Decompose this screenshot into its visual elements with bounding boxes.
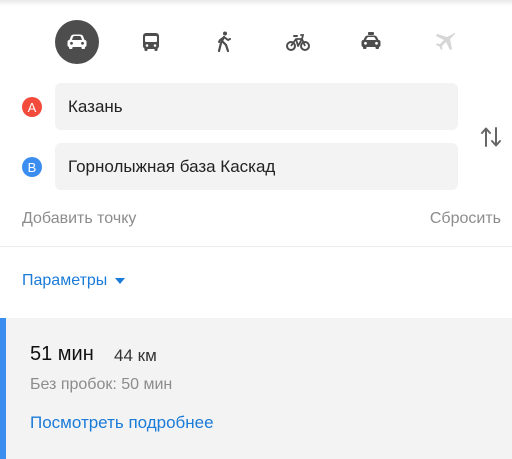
mode-bus-button[interactable]	[129, 20, 173, 64]
reset-button[interactable]: Сбросить	[430, 210, 501, 228]
route-details-link[interactable]: Посмотреть подробнее	[30, 413, 214, 433]
mode-bike-button[interactable]	[276, 20, 320, 64]
chevron-down-icon	[115, 278, 126, 284]
swap-points-icon[interactable]	[478, 124, 504, 150]
point-b-input[interactable]: Горнолыжная база Каскад	[55, 143, 458, 190]
route-distance: 44 км	[114, 346, 157, 365]
point-a-input[interactable]: Казань	[55, 83, 458, 130]
point-b-marker: B	[22, 157, 42, 177]
mode-car-button[interactable]	[55, 20, 99, 64]
point-b-value: Горнолыжная база Каскад	[68, 156, 276, 176]
taxi-icon	[361, 32, 381, 49]
add-point-button[interactable]: Добавить точку	[22, 210, 136, 228]
pedestrian-icon	[217, 31, 231, 53]
parameters-label: Параметры	[22, 272, 108, 289]
route-no-traffic-time: Без пробок: 50 мин	[30, 376, 173, 393]
mode-walk-button[interactable]	[202, 20, 246, 64]
bicycle-icon	[286, 34, 310, 51]
airplane-icon	[436, 32, 456, 50]
mode-taxi-button[interactable]	[349, 20, 393, 64]
point-a-marker: A	[22, 97, 42, 117]
selected-route-indicator	[0, 318, 6, 459]
mode-plane-button[interactable]	[423, 20, 467, 64]
car-icon	[67, 34, 87, 49]
route-time: 51 мин	[30, 343, 94, 365]
transport-mode-bar	[0, 20, 512, 66]
divider	[0, 246, 512, 247]
top-shadow	[0, 0, 512, 6]
point-a-value: Казань	[68, 96, 123, 116]
route-option-card[interactable]: 51 мин 44 км Без пробок: 50 мин Посмотре…	[0, 318, 512, 459]
parameters-toggle[interactable]: Параметры	[22, 272, 126, 290]
bus-icon	[143, 33, 159, 51]
